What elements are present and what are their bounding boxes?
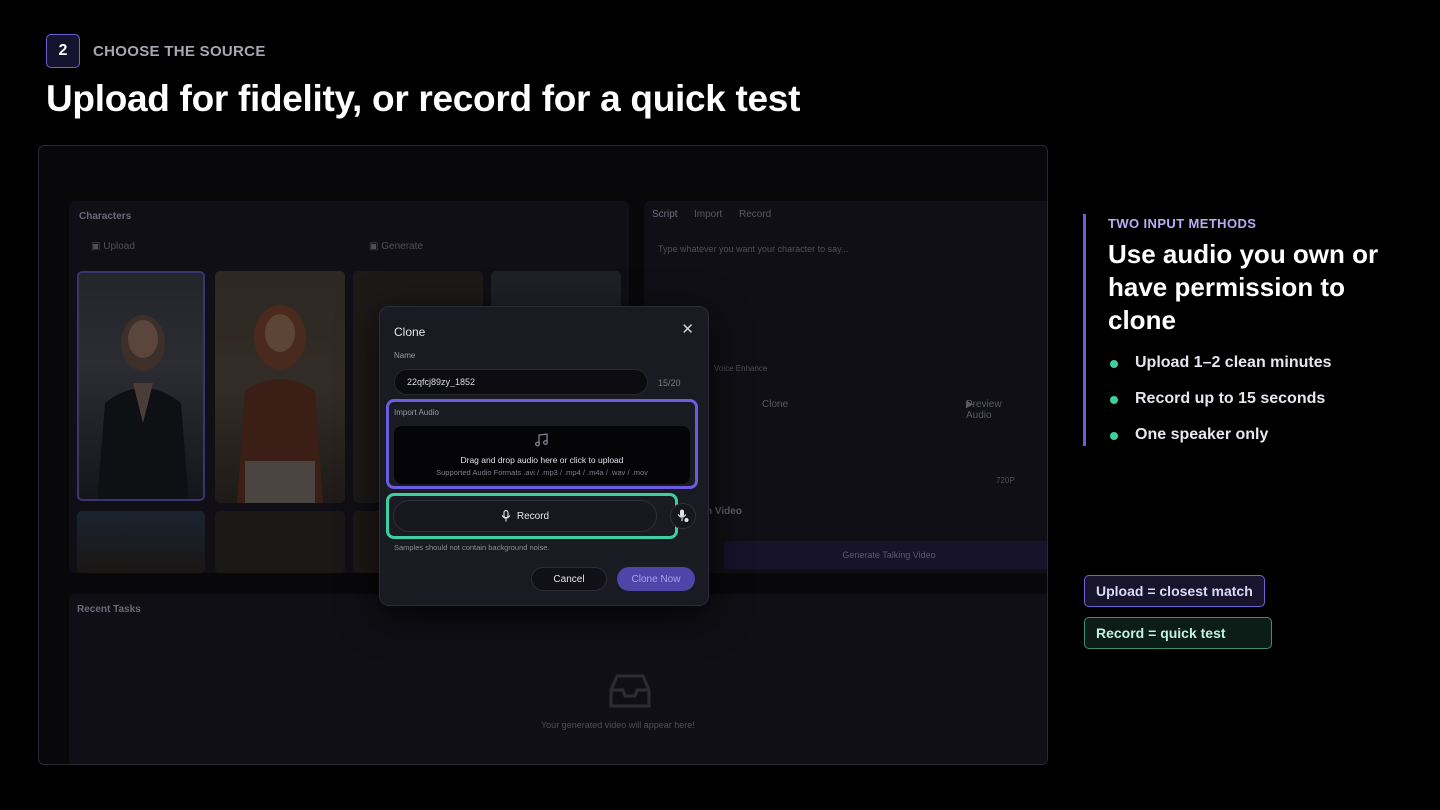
supported-formats: Supported Audio Formats .avi / .mp3 / .m…: [436, 468, 648, 477]
woman-portrait-icon: [237, 305, 323, 503]
character-thumbnail[interactable]: [215, 511, 345, 573]
character-thumbnail-selected[interactable]: [77, 271, 205, 501]
character-thumbnail[interactable]: [77, 511, 205, 573]
input-methods-callout: TWO INPUT METHODS Use audio you own or h…: [1083, 214, 1403, 446]
recent-tasks-title: Recent Tasks: [77, 604, 141, 615]
recent-tasks-panel: Recent Tasks Your generated video will a…: [69, 594, 1047, 764]
modal-title: Clone: [394, 325, 426, 339]
name-label: Name: [394, 351, 416, 360]
image-icon: ▣: [91, 241, 101, 252]
upload-tab-label: Upload: [103, 241, 135, 252]
generate-video-button[interactable]: Generate Talking Video: [724, 541, 1047, 569]
record-tag: Record = quick test: [1084, 617, 1272, 649]
tab-record[interactable]: Record: [739, 209, 771, 220]
script-textarea[interactable]: Type whatever you want your character to…: [658, 244, 848, 254]
step-number-badge: 2: [46, 34, 80, 68]
voice-enhance-label[interactable]: Voice Enhance: [714, 364, 767, 373]
name-char-counter: 15/20: [658, 378, 681, 388]
name-input[interactable]: [394, 369, 648, 395]
callout-eyebrow: TWO INPUT METHODS: [1108, 216, 1257, 231]
clone-chip-label: Clone: [762, 399, 789, 410]
cancel-button[interactable]: Cancel: [531, 567, 607, 591]
characters-title: Characters: [79, 211, 132, 222]
preview-audio-label: Preview Audio: [966, 399, 1002, 421]
bullet-item: Upload 1–2 clean minutes: [1108, 352, 1332, 388]
page-title: Upload for fidelity, or record for a qui…: [46, 78, 801, 119]
tab-import[interactable]: Import: [694, 209, 722, 220]
bullet-item: One speaker only: [1108, 424, 1332, 460]
app-screenshot: Characters ▣ Upload ▣ Generate Script Im…: [38, 145, 1048, 765]
generate-video-label: Generate Talking Video: [842, 550, 936, 560]
clone-modal: Clone ✕ Name 15/20 Import Audio Drag and…: [379, 306, 709, 606]
upload-tab[interactable]: ▣ Upload: [91, 241, 135, 252]
import-audio-label: Import Audio: [394, 408, 439, 417]
generate-tab[interactable]: ▣ Generate: [369, 241, 423, 252]
character-thumbnail[interactable]: [215, 271, 345, 503]
callout-title: Use audio you own or have permission to …: [1108, 239, 1379, 335]
record-section-highlight: Record: [386, 493, 678, 539]
video-option-label: n Video: [706, 506, 742, 517]
empty-tray-icon: [609, 674, 651, 708]
callout-bullet-list: Upload 1–2 clean minutes Record up to 15…: [1108, 352, 1332, 460]
microphone-settings-icon: [677, 509, 689, 522]
record-label: Record: [516, 510, 550, 522]
noise-hint: Samples should not contain background no…: [394, 543, 550, 552]
microphone-icon: [501, 510, 511, 522]
clone-now-button[interactable]: Clone Now: [617, 567, 695, 591]
resolution-select[interactable]: 720P: [996, 476, 1015, 485]
audio-drop-zone[interactable]: Drag and drop audio here or click to upl…: [394, 426, 690, 484]
upload-tag: Upload = closest match: [1084, 575, 1265, 607]
record-button[interactable]: Record: [393, 500, 657, 532]
generate-tab-label: Generate: [381, 241, 423, 252]
voice-settings-button[interactable]: [670, 503, 696, 529]
music-note-icon: [535, 433, 548, 447]
close-icon[interactable]: ✕: [681, 322, 694, 337]
step-label: CHOOSE THE SOURCE: [93, 43, 266, 60]
bullet-item: Record up to 15 seconds: [1108, 388, 1332, 424]
tab-script[interactable]: Script: [652, 209, 678, 220]
drop-instructions: Drag and drop audio here or click to upl…: [460, 455, 624, 465]
import-audio-section: Import Audio Drag and drop audio here or…: [386, 399, 698, 489]
woman-portrait-icon: [97, 315, 189, 499]
image-icon: ▣: [369, 241, 379, 252]
empty-state-text: Your generated video will appear here!: [541, 720, 695, 730]
